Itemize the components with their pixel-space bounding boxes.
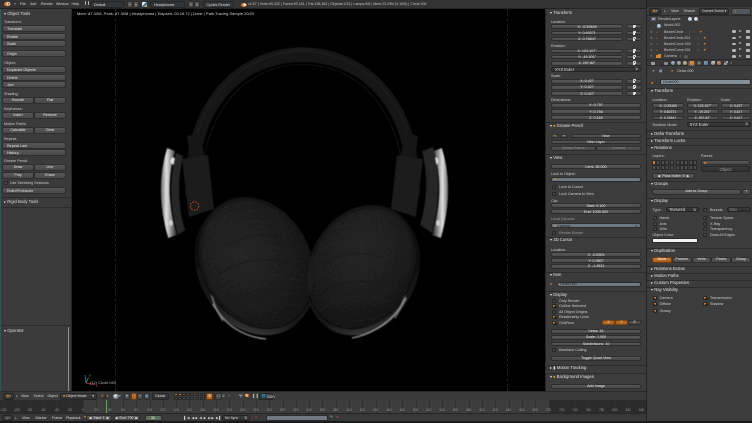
svg-text:y: y	[89, 373, 91, 377]
